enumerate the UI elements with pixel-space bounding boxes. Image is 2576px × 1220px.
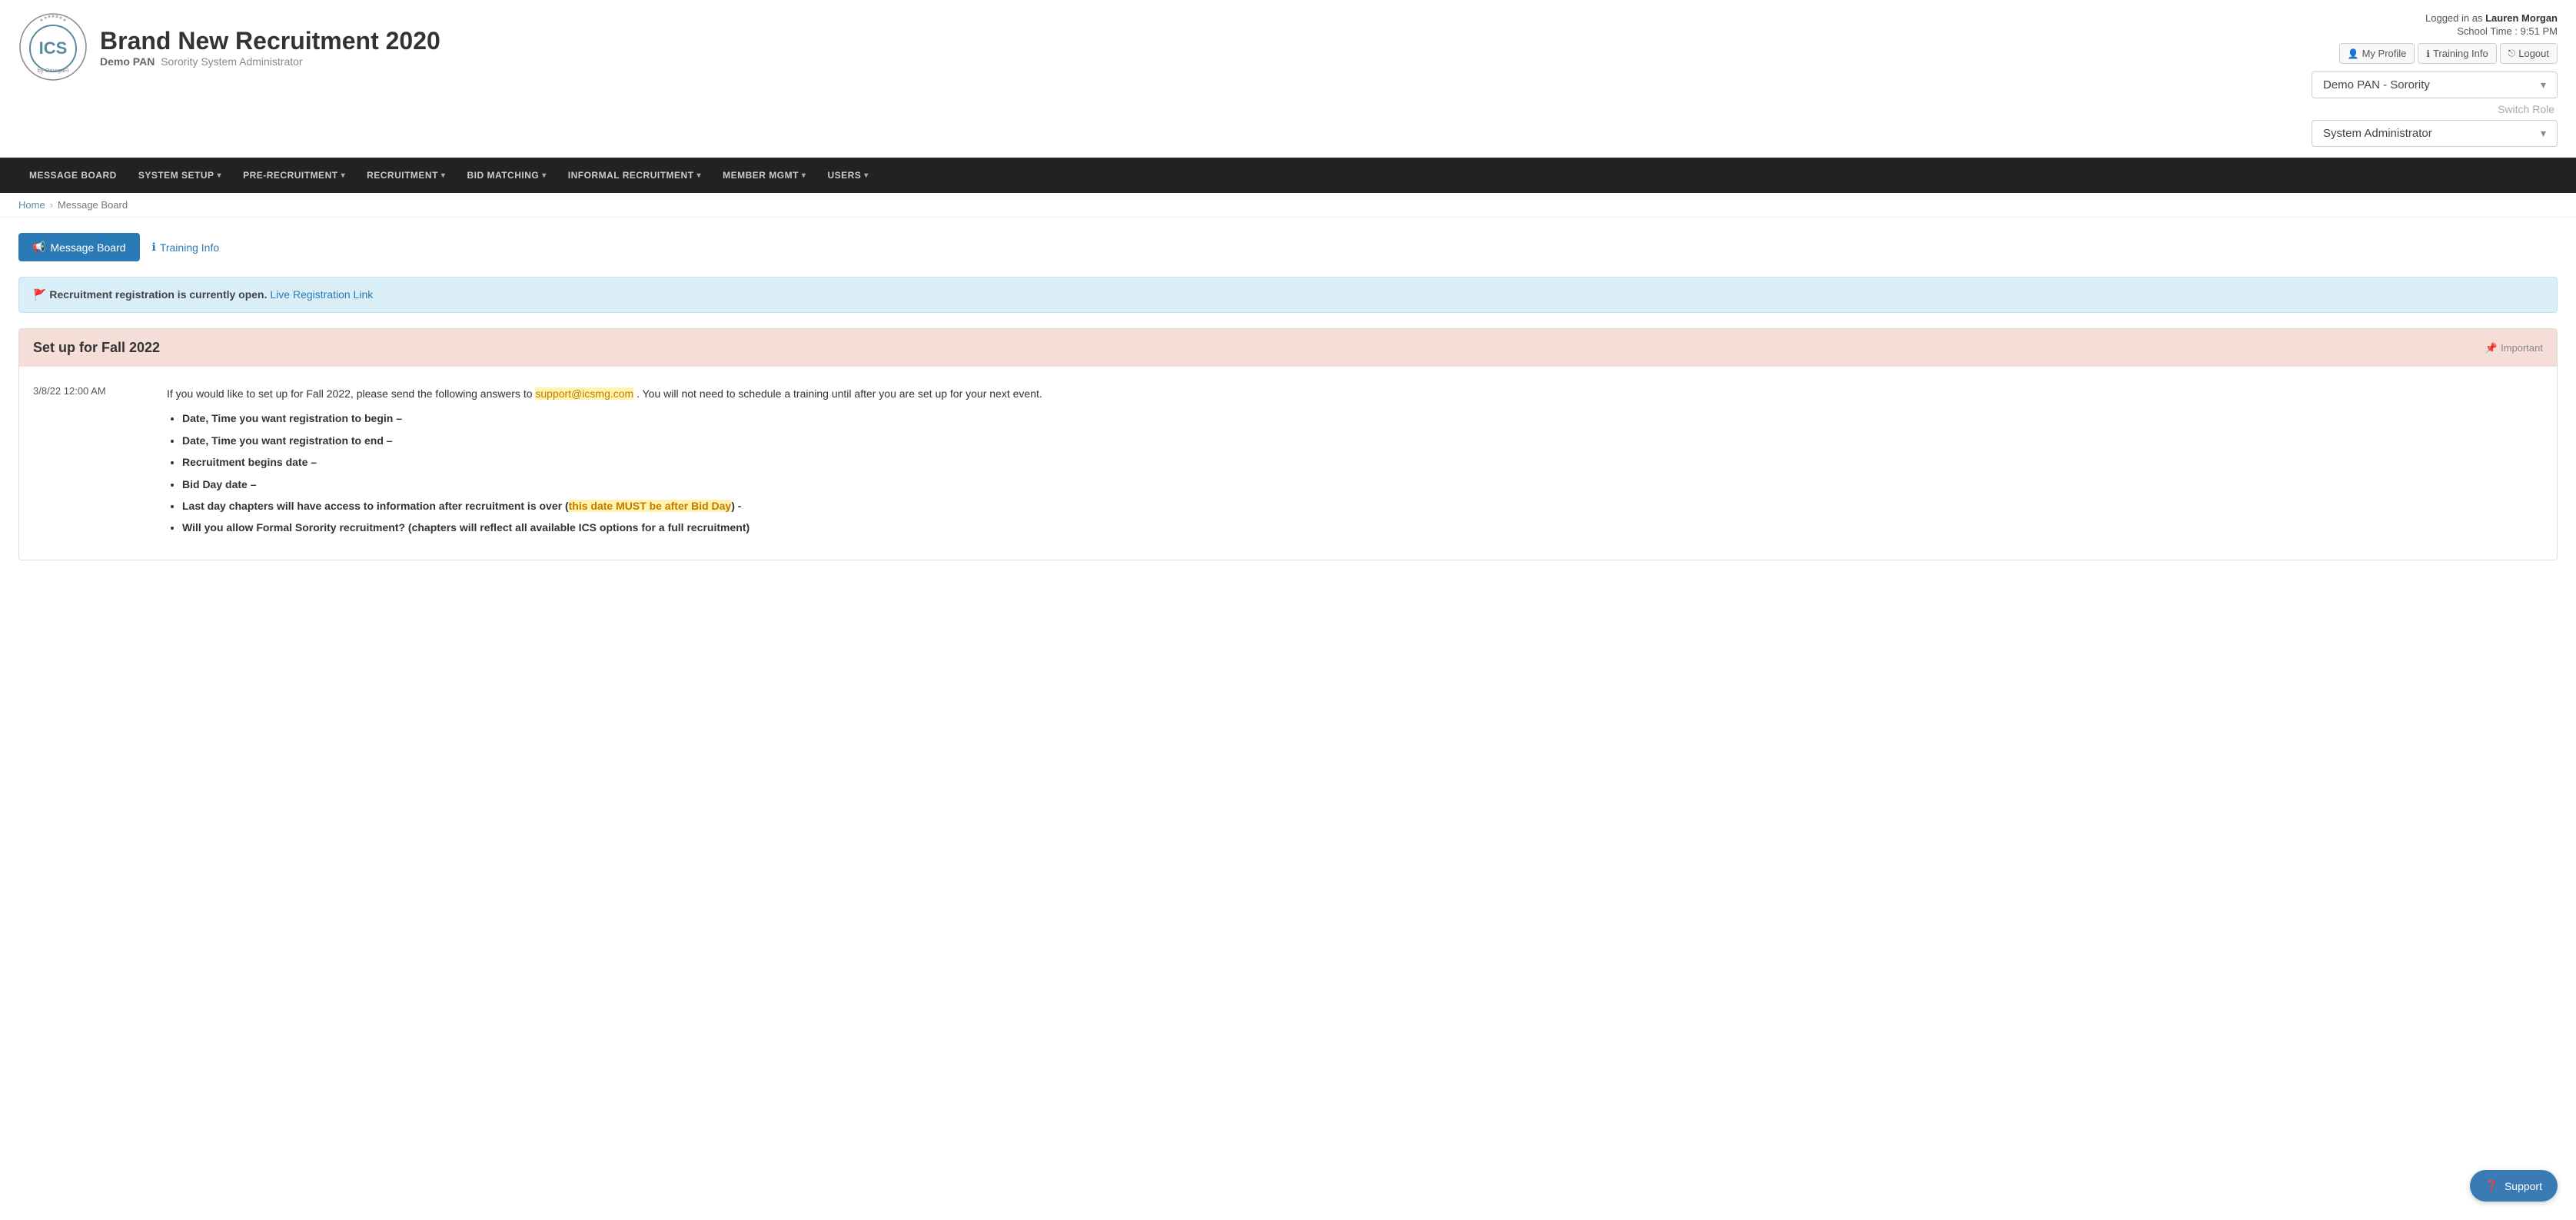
nav-member-mgmt[interactable]: Member Mgmt ▾ <box>712 158 816 193</box>
breadcrumb-separator: › <box>50 199 53 211</box>
chevron-down-icon: ▾ <box>441 171 446 180</box>
support-label: Support <box>2505 1180 2542 1192</box>
message-email-suffix: . You will not need to schedule a traini… <box>637 387 1042 400</box>
training-info-button[interactable]: ℹ Training Info <box>2418 43 2496 64</box>
header-left: ICS by OmegaFi Brand New Recruitment 202… <box>18 12 440 81</box>
message-important-badge: 📌 Important <box>2485 342 2543 354</box>
nav-users[interactable]: Users ▾ <box>816 158 879 193</box>
registration-alert: 🚩 Recruitment registration is currently … <box>18 277 2558 313</box>
chevron-down-icon: ▾ <box>2541 127 2546 140</box>
role-section: Demo PAN - Sorority ▾ Switch Role System… <box>2312 71 2558 147</box>
live-registration-link[interactable]: Live Registration Link <box>270 288 373 301</box>
switch-role-label: Switch Role <box>2312 103 2558 115</box>
main-navbar: Message Board System Setup ▾ Pre-Recruit… <box>0 158 2576 193</box>
message-title: Set up for Fall 2022 <box>33 340 160 356</box>
my-profile-button[interactable]: 👤 My Profile <box>2339 43 2415 64</box>
chevron-down-icon: ▾ <box>802 171 806 180</box>
support-email[interactable]: support@icsmg.com <box>535 387 633 400</box>
role-dropdown-value: System Administrator <box>2323 127 2432 140</box>
message-intro: If you would like to set up for Fall 202… <box>167 387 533 400</box>
flag-icon: 🚩 <box>33 288 46 301</box>
logout-icon: ⎋ <box>2508 48 2516 59</box>
chevron-down-icon: ▾ <box>218 171 222 180</box>
message-bullets: Date, Time you want registration to begi… <box>182 410 1042 536</box>
message-content: If you would like to set up for Fall 202… <box>167 385 1042 541</box>
chevron-down-icon: ▾ <box>2541 78 2546 91</box>
brand-info: Brand New Recruitment 2020 Demo PAN Soro… <box>100 27 440 68</box>
support-button[interactable]: ❓ Support <box>2470 1170 2558 1202</box>
user-icon: 👤 <box>2348 48 2359 59</box>
logged-in-info: Logged in as Lauren Morgan <box>2312 12 2558 24</box>
top-nav-buttons: 👤 My Profile ℹ Training Info ⎋ Logout <box>2312 43 2558 64</box>
app-title: Brand New Recruitment 2020 <box>100 27 440 55</box>
logo: ICS by OmegaFi <box>18 12 88 81</box>
message-section: Set up for Fall 2022 📌 Important 3/8/22 … <box>18 328 2558 560</box>
nav-pre-recruitment[interactable]: Pre-Recruitment ▾ <box>232 158 356 193</box>
action-bar: 📢 Message Board ℹ Training Info <box>18 233 2558 261</box>
org-name: Demo PAN <box>100 55 155 68</box>
chevron-down-icon: ▾ <box>697 171 702 180</box>
list-item: Date, Time you want registration to end … <box>182 432 1042 449</box>
logged-in-user: Lauren Morgan <box>2485 12 2558 24</box>
highlight-text: this date MUST be after Bid Day <box>569 500 732 512</box>
school-time-value: 9:51 PM <box>2521 25 2558 37</box>
org-subtitle: Demo PAN Sorority System Administrator <box>100 55 440 68</box>
breadcrumb-current: Message Board <box>58 199 128 211</box>
svg-text:by OmegaFi: by OmegaFi <box>38 67 69 74</box>
main-content: 📢 Message Board ℹ Training Info 🚩 Recrui… <box>0 218 2576 576</box>
info-circle-icon: ℹ <box>152 241 156 254</box>
list-item: Last day chapters will have access to in… <box>182 497 1042 514</box>
org-dropdown[interactable]: Demo PAN - Sorority ▾ <box>2312 71 2558 98</box>
message-row: 3/8/22 12:00 AM If you would like to set… <box>19 379 2557 547</box>
list-item: Recruitment begins date – <box>182 454 1042 470</box>
nav-recruitment[interactable]: Recruitment ▾ <box>356 158 456 193</box>
logout-button[interactable]: ⎋ Logout <box>2500 43 2558 64</box>
list-item: Date, Time you want registration to begi… <box>182 410 1042 427</box>
page-header: ICS by OmegaFi Brand New Recruitment 202… <box>0 0 2576 158</box>
nav-informal-recruitment[interactable]: Informal Recruitment ▾ <box>557 158 712 193</box>
megaphone-icon: 📢 <box>32 241 45 254</box>
header-right: Logged in as Lauren Morgan School Time :… <box>2312 12 2558 151</box>
school-time: School Time : 9:51 PM <box>2312 25 2558 37</box>
breadcrumb: Home › Message Board <box>0 193 2576 218</box>
message-date: 3/8/22 12:00 AM <box>33 385 148 541</box>
question-circle-icon: ❓ <box>2485 1179 2498 1192</box>
list-item: Bid Day date – <box>182 476 1042 493</box>
alert-text: Recruitment registration is currently op… <box>49 288 267 301</box>
nav-message-board[interactable]: Message Board <box>18 158 128 193</box>
role-dropdown[interactable]: System Administrator ▾ <box>2312 120 2558 147</box>
chevron-down-icon: ▾ <box>341 171 346 180</box>
list-item: Will you allow Formal Sorority recruitme… <box>182 519 1042 536</box>
training-info-link[interactable]: ℹ Training Info <box>152 241 220 254</box>
message-section-header: Set up for Fall 2022 📌 Important <box>19 329 2557 367</box>
chevron-down-icon: ▾ <box>864 171 869 180</box>
nav-bid-matching[interactable]: Bid Matching ▾ <box>456 158 557 193</box>
breadcrumb-home[interactable]: Home <box>18 199 45 211</box>
message-body: 3/8/22 12:00 AM If you would like to set… <box>19 367 2557 560</box>
org-dropdown-value: Demo PAN - Sorority <box>2323 78 2430 91</box>
info-icon: ℹ <box>2426 48 2430 59</box>
chevron-down-icon: ▾ <box>542 171 547 180</box>
pin-icon: 📌 <box>2485 342 2498 354</box>
svg-text:ICS: ICS <box>39 38 68 58</box>
message-board-button[interactable]: 📢 Message Board <box>18 233 140 261</box>
org-role: Sorority System Administrator <box>161 55 302 68</box>
nav-system-setup[interactable]: System Setup ▾ <box>128 158 232 193</box>
